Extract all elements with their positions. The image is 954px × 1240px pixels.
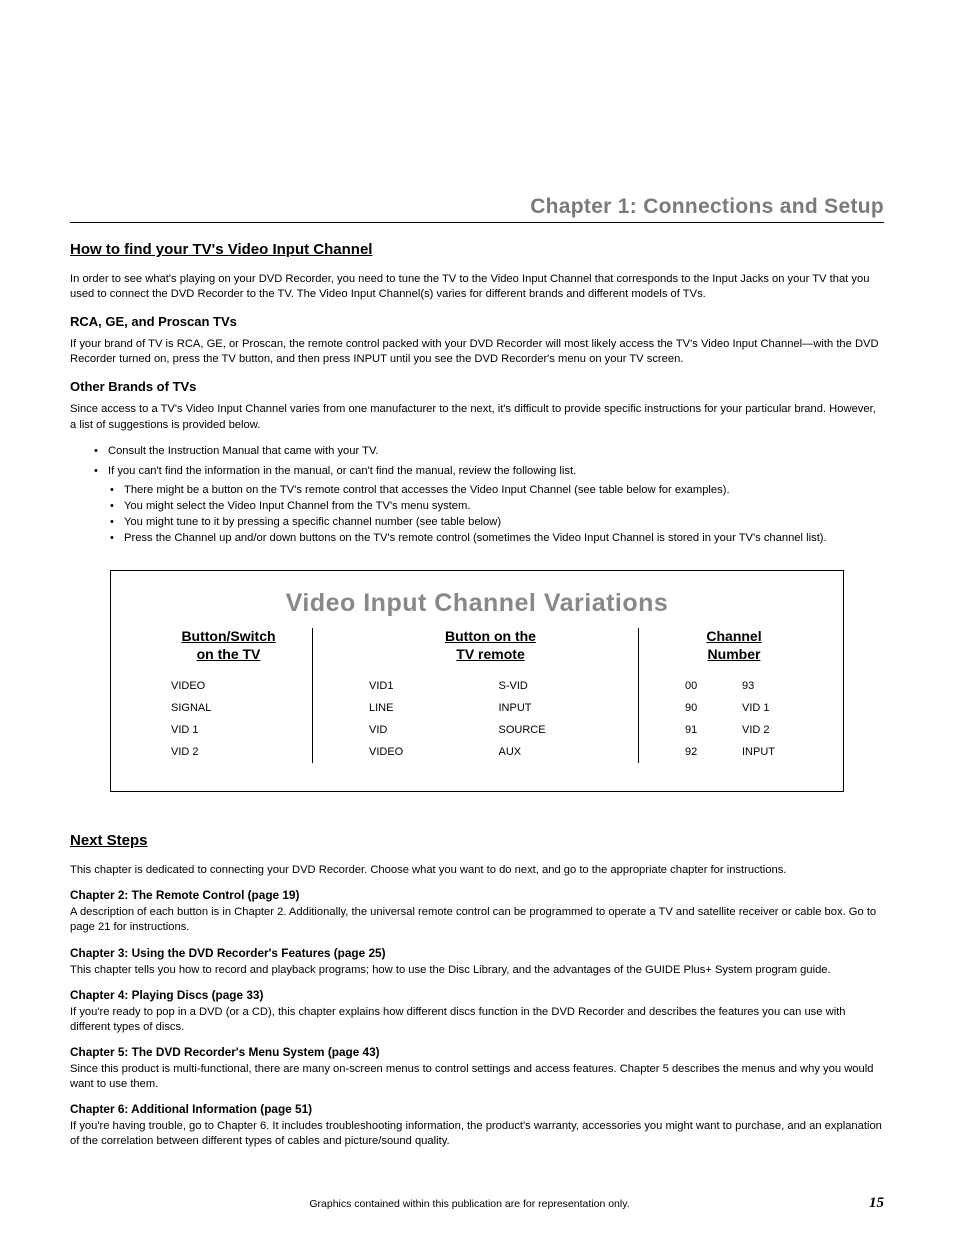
table-cell: SOURCE bbox=[499, 719, 629, 741]
para-rca: If your brand of TV is RCA, GE, or Prosc… bbox=[70, 337, 884, 367]
table-cell: LINE bbox=[369, 697, 499, 719]
list-item: There might be a button on the TV's remo… bbox=[110, 484, 884, 496]
table-cell: 93 bbox=[742, 675, 799, 697]
page-number: 15 bbox=[869, 1195, 884, 1212]
subheading-rca: RCA, GE, and Proscan TVs bbox=[70, 314, 884, 329]
table-cell: S-VID bbox=[499, 675, 629, 697]
table-cell: 92 bbox=[685, 741, 742, 763]
variations-table: Video Input Channel Variations Button/Sw… bbox=[110, 570, 844, 792]
list-item: Consult the Instruction Manual that came… bbox=[94, 443, 884, 460]
chapter-ref-2: Chapter 2: The Remote Control (page 19) bbox=[70, 888, 884, 902]
section-heading-next-steps: Next Steps bbox=[70, 832, 884, 849]
table-cell: 00 bbox=[685, 675, 742, 697]
bullet-list: Consult the Instruction Manual that came… bbox=[94, 443, 884, 481]
list-item: You might tune to it by pressing a speci… bbox=[110, 516, 884, 528]
list-item: Press the Channel up and/or down buttons… bbox=[110, 532, 884, 544]
table-cell: SIGNAL bbox=[171, 697, 302, 719]
table-cell: VID1 bbox=[369, 675, 499, 697]
chapter-ref-5: Chapter 5: The DVD Recorder's Menu Syste… bbox=[70, 1045, 884, 1059]
table-cell: VIDEO bbox=[171, 675, 302, 697]
chapter-ref-6: Chapter 6: Additional Information (page … bbox=[70, 1102, 884, 1116]
chapter-desc: If you're ready to pop in a DVD (or a CD… bbox=[70, 1005, 884, 1035]
page-footer: Graphics contained within this publicati… bbox=[70, 1195, 884, 1212]
sub-bullet-list: There might be a button on the TV's remo… bbox=[110, 484, 884, 544]
chapter-title: Chapter 1: Connections and Setup bbox=[70, 195, 884, 223]
table-cell: 91 bbox=[685, 719, 742, 741]
table-cell: AUX bbox=[499, 741, 629, 763]
col-header-tv: Button/Switch on the TV bbox=[155, 628, 302, 663]
table-cell: VID 1 bbox=[742, 697, 799, 719]
col-header-remote: Button on the TV remote bbox=[353, 628, 628, 663]
chapter-ref-4: Chapter 4: Playing Discs (page 33) bbox=[70, 988, 884, 1002]
table-cell: VID bbox=[369, 719, 499, 741]
para-other: Since access to a TV's Video Input Chann… bbox=[70, 402, 884, 432]
table-cell: VID 1 bbox=[171, 719, 302, 741]
table-cell: INPUT bbox=[742, 741, 799, 763]
table-cell: VIDEO bbox=[369, 741, 499, 763]
footer-text: Graphics contained within this publicati… bbox=[70, 1198, 869, 1210]
table-cell: INPUT bbox=[499, 697, 629, 719]
list-item: You might select the Video Input Channel… bbox=[110, 500, 884, 512]
chapter-desc: A description of each button is in Chapt… bbox=[70, 905, 884, 935]
chapter-desc: If you're having trouble, go to Chapter … bbox=[70, 1119, 884, 1149]
subheading-other: Other Brands of TVs bbox=[70, 379, 884, 394]
next-steps-intro: This chapter is dedicated to connecting … bbox=[70, 863, 884, 878]
col-header-channel: Channel Number bbox=[669, 628, 799, 663]
chapter-ref-3: Chapter 3: Using the DVD Recorder's Feat… bbox=[70, 946, 884, 960]
section-heading-video-input: How to find your TV's Video Input Channe… bbox=[70, 241, 884, 258]
table-cell: VID 2 bbox=[171, 741, 302, 763]
chapter-desc: This chapter tells you how to record and… bbox=[70, 963, 884, 978]
table-cell: VID 2 bbox=[742, 719, 799, 741]
table-cell: 90 bbox=[685, 697, 742, 719]
intro-para: In order to see what's playing on your D… bbox=[70, 272, 884, 302]
list-item: If you can't find the information in the… bbox=[94, 463, 884, 480]
table-title: Video Input Channel Variations bbox=[145, 589, 809, 618]
chapter-desc: Since this product is multi-functional, … bbox=[70, 1062, 884, 1092]
